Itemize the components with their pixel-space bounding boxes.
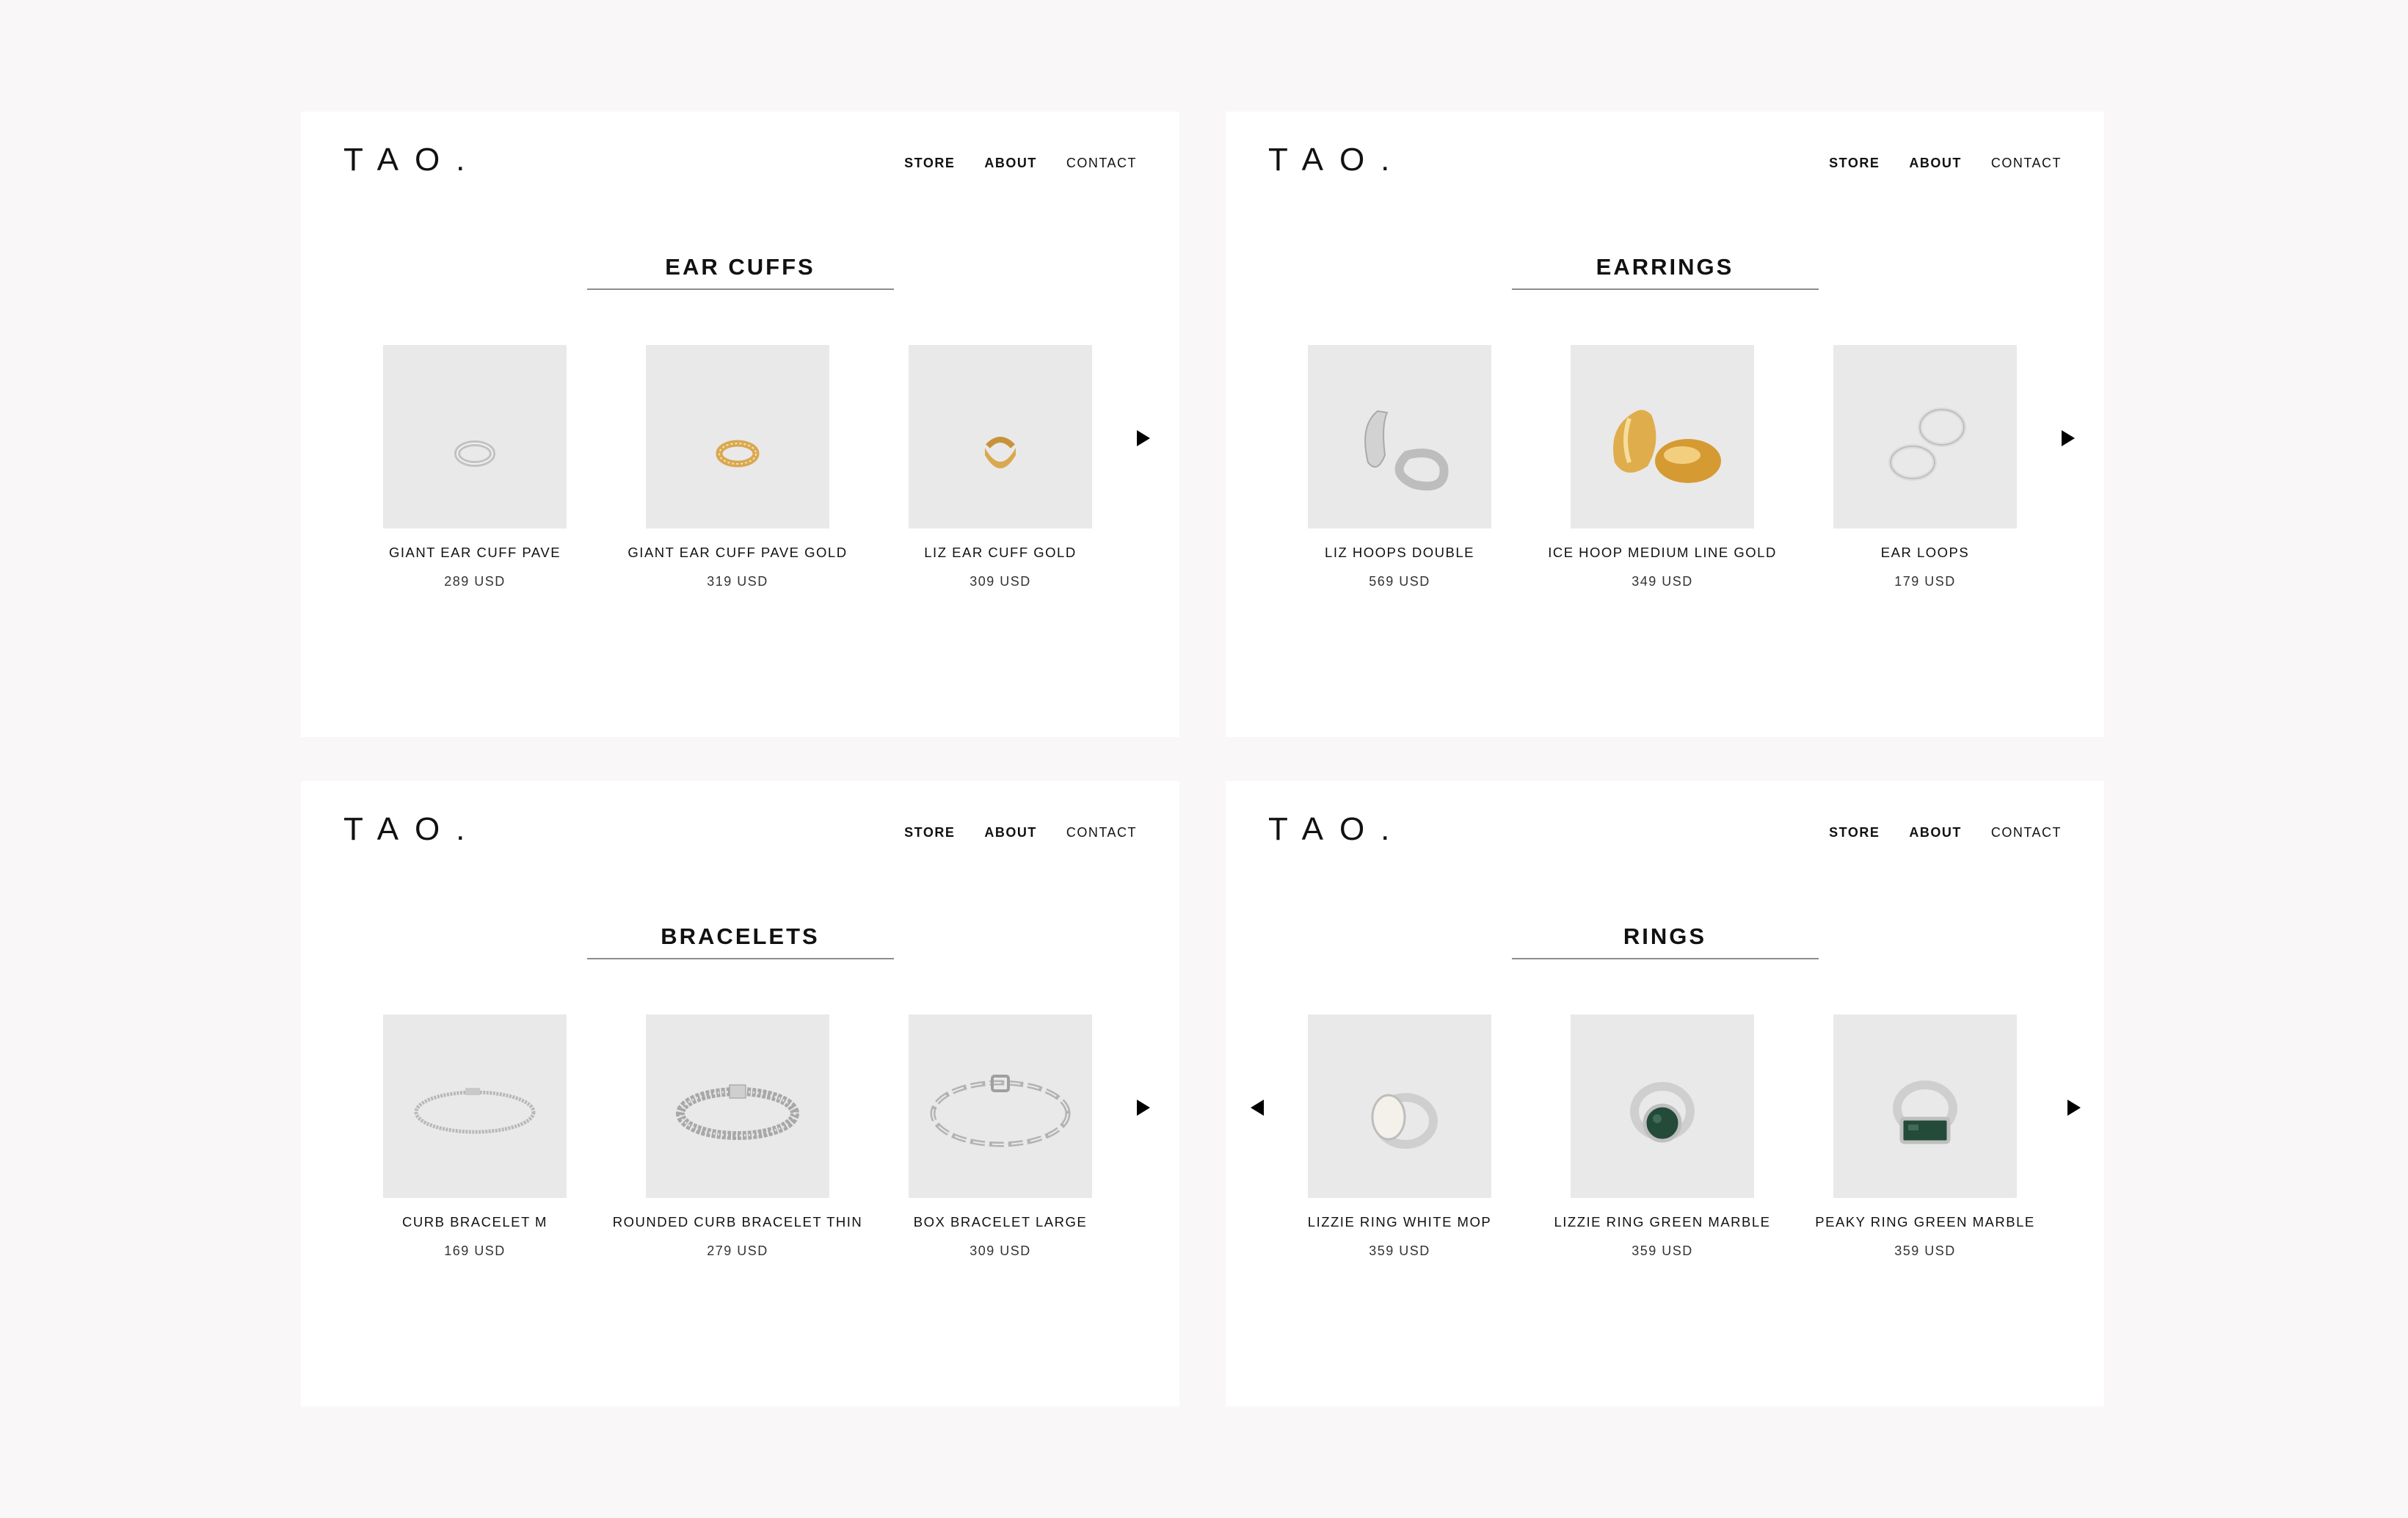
nav-contact[interactable]: CONTACT: [1066, 156, 1137, 171]
product-price: 309 USD: [970, 1243, 1031, 1258]
nav-store[interactable]: STORE: [904, 825, 955, 840]
product-name: ROUNDED CURB BRACELET THIN: [612, 1214, 863, 1230]
section-title: BRACELETS: [661, 923, 820, 949]
nav-store[interactable]: STORE: [1829, 156, 1880, 171]
product-name: EAR LOOPS: [1880, 545, 1970, 560]
section-title: EAR CUFFS: [665, 254, 815, 280]
product-carousel: LIZZIE RING WHITE MOP 359 USD LIZZIE RIN…: [1226, 1014, 2104, 1308]
nav-about[interactable]: ABOUT: [984, 156, 1037, 171]
nav-contact[interactable]: CONTACT: [1991, 156, 2062, 171]
product-name: LIZ EAR CUFF GOLD: [924, 545, 1077, 560]
product-name: CURB BRACELET M: [402, 1214, 548, 1230]
product-image-gold-ear-cuff-pave: [646, 345, 829, 529]
main-nav: STORE ABOUT CONTACT: [1829, 825, 2062, 840]
section-header: EAR CUFFS: [301, 255, 1179, 290]
product-price: 319 USD: [707, 574, 768, 589]
brand-logo[interactable]: TAO.: [343, 813, 481, 846]
brand-logo[interactable]: TAO.: [1268, 144, 1405, 176]
section-title: EARRINGS: [1596, 254, 1734, 280]
brand-logo[interactable]: TAO.: [343, 144, 481, 176]
product-name: GIANT EAR CUFF PAVE GOLD: [628, 545, 848, 560]
title-underline: [586, 958, 894, 959]
nav-store[interactable]: STORE: [904, 156, 955, 171]
product-card[interactable]: CURB BRACELET M 169 USD: [328, 1014, 622, 1259]
main-nav: STORE ABOUT CONTACT: [904, 825, 1137, 840]
section-title: RINGS: [1623, 923, 1707, 949]
product-price: 179 USD: [1894, 574, 1956, 589]
product-price: 569 USD: [1369, 574, 1430, 589]
section-header: BRACELETS: [301, 925, 1179, 959]
panel-bracelets: TAO. STORE ABOUT CONTACT BRACELETS CURB …: [301, 781, 1179, 1406]
title-underline: [1511, 288, 1819, 290]
next-arrow-icon[interactable]: [1129, 1093, 1158, 1122]
product-price: 359 USD: [1894, 1243, 1956, 1258]
panel-earrings: TAO. STORE ABOUT CONTACT EARRINGS LIZ HO…: [1226, 112, 2104, 737]
nav-contact[interactable]: CONTACT: [1991, 825, 2062, 840]
title-underline: [1511, 958, 1819, 959]
product-image-box-bracelet: [909, 1014, 1092, 1198]
product-carousel: GIANT EAR CUFF PAVE 289 USD GIANT EAR CU…: [301, 345, 1179, 639]
product-image-gold-hoops: [1571, 345, 1754, 529]
nav-contact[interactable]: CONTACT: [1066, 825, 1137, 840]
product-carousel: CURB BRACELET M 169 USD ROUNDED CURB BRA…: [301, 1014, 1179, 1308]
brand-logo[interactable]: TAO.: [1268, 813, 1405, 846]
product-card[interactable]: LIZZIE RING WHITE MOP 359 USD: [1253, 1014, 1546, 1259]
section-header: RINGS: [1226, 925, 2104, 959]
product-card[interactable]: LIZZIE RING GREEN MARBLE 359 USD: [1516, 1014, 1809, 1259]
product-name: PEAKY RING GREEN MARBLE: [1815, 1214, 2035, 1230]
panel-rings: TAO. STORE ABOUT CONTACT RINGS LIZZIE RI…: [1226, 781, 2104, 1406]
product-price: 359 USD: [1369, 1243, 1430, 1258]
product-image-rounded-curb-bracelet: [646, 1014, 829, 1198]
product-price: 359 USD: [1632, 1243, 1693, 1258]
product-card[interactable]: GIANT EAR CUFF PAVE GOLD 319 USD: [591, 345, 884, 589]
product-name: LIZZIE RING WHITE MOP: [1307, 1214, 1492, 1230]
main-nav: STORE ABOUT CONTACT: [1829, 156, 2062, 171]
product-image-green-round-signet-ring: [1571, 1014, 1754, 1198]
title-underline: [586, 288, 894, 290]
product-image-gold-ear-cuff: [909, 345, 1092, 529]
product-name: LIZZIE RING GREEN MARBLE: [1554, 1214, 1771, 1230]
product-card[interactable]: LIZ EAR CUFF GOLD 309 USD: [854, 345, 1147, 589]
nav-about[interactable]: ABOUT: [1909, 825, 1962, 840]
product-price: 289 USD: [444, 574, 506, 589]
product-image-curb-bracelet: [383, 1014, 567, 1198]
product-image-silver-loops: [1833, 345, 2017, 529]
product-image-green-rect-signet-ring: [1833, 1014, 2017, 1198]
nav-about[interactable]: ABOUT: [984, 825, 1037, 840]
product-name: ICE HOOP MEDIUM LINE GOLD: [1548, 545, 1777, 560]
next-arrow-icon[interactable]: [2054, 424, 2083, 453]
product-image-white-signet-ring: [1308, 1014, 1491, 1198]
product-price: 169 USD: [444, 1243, 506, 1258]
product-name: GIANT EAR CUFF PAVE: [388, 545, 561, 560]
nav-store[interactable]: STORE: [1829, 825, 1880, 840]
product-price: 309 USD: [970, 574, 1031, 589]
product-card[interactable]: LIZ HOOPS DOUBLE 569 USD: [1253, 345, 1546, 589]
next-arrow-icon[interactable]: [2059, 1093, 2089, 1122]
product-image-silver-ear-cuff: [383, 345, 567, 529]
product-card[interactable]: GIANT EAR CUFF PAVE 289 USD: [328, 345, 622, 589]
product-price: 349 USD: [1632, 574, 1693, 589]
section-header: EARRINGS: [1226, 255, 2104, 290]
product-card[interactable]: EAR LOOPS 179 USD: [1778, 345, 2072, 589]
product-price: 279 USD: [707, 1243, 768, 1258]
product-card[interactable]: ROUNDED CURB BRACELET THIN 279 USD: [591, 1014, 884, 1259]
main-nav: STORE ABOUT CONTACT: [904, 156, 1137, 171]
nav-about[interactable]: ABOUT: [1909, 156, 1962, 171]
product-card[interactable]: BOX BRACELET LARGE 309 USD: [854, 1014, 1147, 1259]
product-card[interactable]: ICE HOOP MEDIUM LINE GOLD 349 USD: [1516, 345, 1809, 589]
product-carousel: LIZ HOOPS DOUBLE 569 USD ICE HOOP MEDIUM…: [1226, 345, 2104, 639]
product-name: BOX BRACELET LARGE: [913, 1214, 1088, 1230]
next-arrow-icon[interactable]: [1129, 424, 1158, 453]
product-name: LIZ HOOPS DOUBLE: [1325, 545, 1474, 560]
product-card[interactable]: PEAKY RING GREEN MARBLE 359 USD: [1778, 1014, 2072, 1259]
product-image-silver-hoops: [1308, 345, 1491, 529]
panel-ear-cuffs: TAO. STORE ABOUT CONTACT EAR CUFFS GIANT…: [301, 112, 1179, 737]
